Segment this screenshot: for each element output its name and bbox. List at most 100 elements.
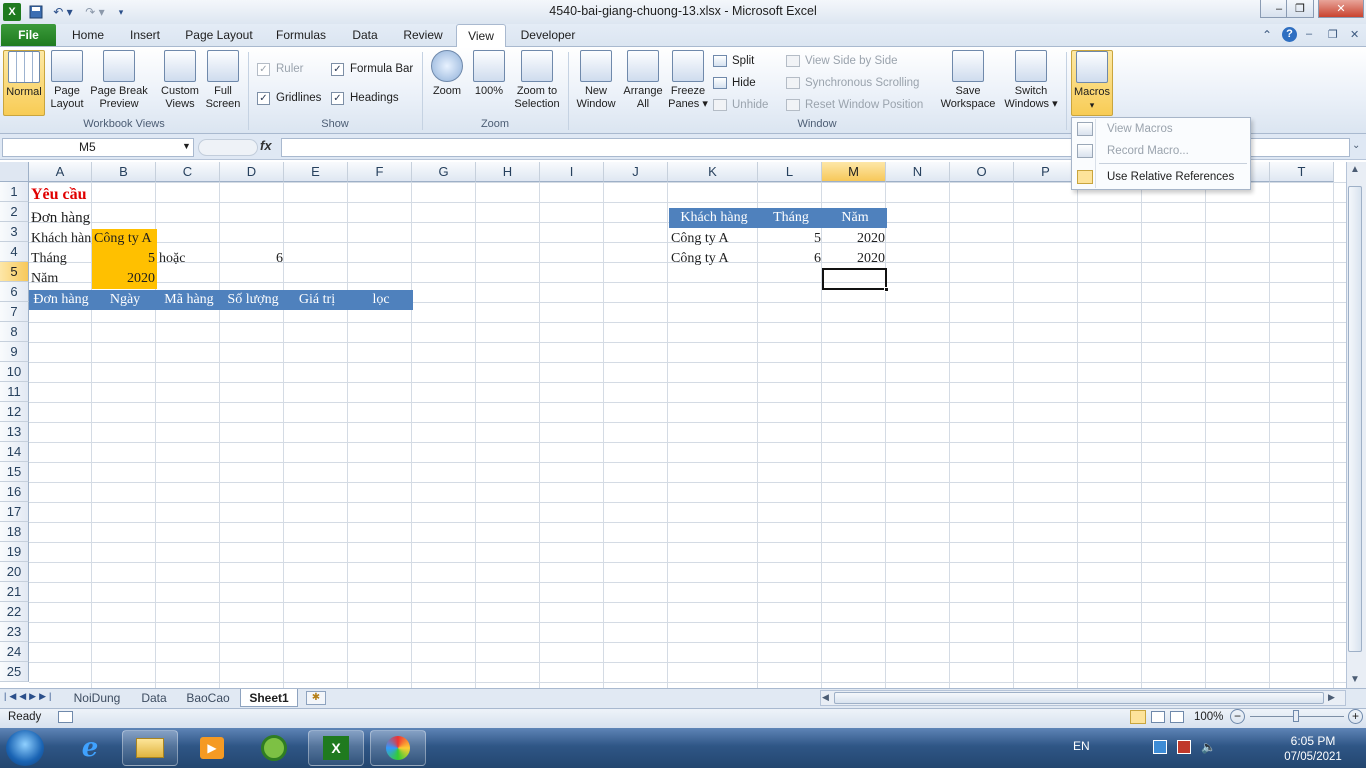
menu-item-view-macros[interactable]: View Macros (1075, 119, 1247, 139)
row-header-6[interactable]: 6 (0, 282, 29, 302)
cell-B3[interactable]: Công ty A (92, 229, 157, 249)
workbook-close-icon[interactable]: ✕ (1350, 28, 1359, 41)
insert-sheet-icon[interactable]: ✱ (306, 691, 326, 705)
media-player-icon[interactable]: ▶ (184, 730, 240, 766)
arrange-all-button[interactable]: Arrange All (620, 50, 666, 116)
record-macro-status-icon[interactable] (58, 711, 73, 723)
cell-K3[interactable]: Công ty A (669, 229, 759, 249)
cell-A2[interactable]: Đơn hàng (29, 208, 157, 228)
cell-A3[interactable]: Khách hàng (29, 229, 93, 249)
restore-button[interactable]: ❐ (1286, 0, 1314, 18)
row-header-24[interactable]: 24 (0, 642, 29, 662)
split-button[interactable]: Split (713, 52, 754, 70)
row-header-13[interactable]: 13 (0, 422, 29, 442)
scroll-left-icon[interactable]: ◀ (822, 692, 829, 703)
zoom-to-selection-button[interactable]: Zoom to Selection (510, 50, 564, 116)
column-header-N[interactable]: N (886, 162, 950, 182)
ruler-checkbox[interactable]: ✓ Ruler (257, 61, 303, 77)
unhide-button[interactable]: Unhide (713, 96, 768, 114)
clock-date[interactable]: 07/05/2021 (1268, 751, 1358, 763)
zoom-button[interactable]: Zoom (428, 50, 466, 116)
name-box[interactable]: M5 (2, 138, 194, 157)
macros-button[interactable]: Macros ▾ (1071, 50, 1113, 116)
select-all-corner[interactable] (0, 162, 29, 182)
tab-developer[interactable]: Developer (512, 24, 584, 47)
row-header-4[interactable]: 4 (0, 242, 29, 262)
menu-item-record-macro[interactable]: Record Macro... (1075, 141, 1247, 161)
scroll-right-icon[interactable]: ▶ (1328, 692, 1335, 703)
row-header-22[interactable]: 22 (0, 602, 29, 622)
headings-checkbox[interactable]: ✓ Headings (331, 90, 399, 106)
row-header-25[interactable]: 25 (0, 662, 29, 682)
row-header-1[interactable]: 1 (0, 182, 29, 202)
column-header-I[interactable]: I (540, 162, 604, 182)
paint-icon[interactable] (370, 730, 426, 766)
clock-time[interactable]: 6:05 PM (1268, 734, 1358, 748)
coccoc-browser-icon[interactable] (246, 730, 302, 766)
column-header-C[interactable]: C (156, 162, 220, 182)
row-header-18[interactable]: 18 (0, 522, 29, 542)
zoom-100-button[interactable]: 100% (471, 50, 507, 116)
column-header-H[interactable]: H (476, 162, 540, 182)
scroll-up-icon[interactable]: ▲ (1350, 164, 1360, 175)
column-header-O[interactable]: O (950, 162, 1014, 182)
column-header-M[interactable]: M (822, 162, 886, 182)
row-header-11[interactable]: 11 (0, 382, 29, 402)
new-window-button[interactable]: New Window (574, 50, 618, 116)
cell-F6[interactable]: lọc (349, 290, 413, 310)
custom-views-button[interactable]: Custom Views (158, 50, 202, 116)
cell-A1[interactable]: Yêu cầu (29, 185, 157, 205)
cell-M2[interactable]: Năm (823, 208, 887, 228)
start-button-icon[interactable] (6, 730, 44, 766)
formula-bar-splitter[interactable] (198, 139, 258, 156)
row-header-21[interactable]: 21 (0, 582, 29, 602)
tab-formulas[interactable]: Formulas (268, 24, 334, 47)
tab-data[interactable]: Data (342, 24, 388, 47)
tab-insert[interactable]: Insert (120, 24, 170, 47)
cell-K2[interactable]: Khách hàng (669, 208, 759, 228)
row-header-20[interactable]: 20 (0, 562, 29, 582)
row-header-12[interactable]: 12 (0, 402, 29, 422)
row-header-19[interactable]: 19 (0, 542, 29, 562)
zoom-slider-thumb[interactable] (1293, 710, 1299, 722)
page-break-preview-button[interactable]: Page Break Preview (88, 50, 150, 116)
formula-bar-checkbox[interactable]: ✓ Formula Bar (331, 61, 413, 77)
switch-windows-button[interactable]: Switch Windows ▾ (1001, 50, 1061, 116)
column-header-L[interactable]: L (758, 162, 822, 182)
row-header-8[interactable]: 8 (0, 322, 29, 342)
column-header-A[interactable]: A (29, 162, 92, 182)
row-header-23[interactable]: 23 (0, 622, 29, 642)
column-header-K[interactable]: K (668, 162, 758, 182)
cell-B4[interactable]: 5 (92, 249, 157, 269)
menu-item-use-relative-references[interactable]: Use Relative References (1075, 167, 1247, 187)
column-header-B[interactable]: B (92, 162, 156, 182)
tab-file[interactable]: File (1, 24, 56, 47)
cell-E6[interactable]: Giá trị (285, 290, 349, 310)
row-header-16[interactable]: 16 (0, 482, 29, 502)
cell-A5[interactable]: Năm (29, 269, 92, 289)
fill-handle[interactable] (884, 287, 889, 292)
cell-M4[interactable]: 2020 (823, 249, 887, 269)
gridlines-checkbox[interactable]: ✓ Gridlines (257, 90, 321, 106)
sheet-tab-sheet1[interactable]: Sheet1 (240, 689, 298, 707)
row-header-17[interactable]: 17 (0, 502, 29, 522)
input-language[interactable]: EN (1073, 739, 1090, 753)
cell-L4[interactable]: 6 (759, 249, 823, 269)
cell-L3[interactable]: 5 (759, 229, 823, 249)
sheet-tab-noidung[interactable]: NoiDung (66, 689, 128, 707)
cell-C6[interactable]: Mã hàng (157, 290, 221, 310)
row-header-3[interactable]: 3 (0, 222, 29, 242)
tab-review[interactable]: Review (396, 24, 450, 47)
cell-L2[interactable]: Tháng (759, 208, 823, 228)
save-workspace-button[interactable]: Save Workspace (937, 50, 999, 116)
cell-A4[interactable]: Tháng (29, 249, 92, 269)
file-explorer-icon[interactable] (122, 730, 178, 766)
normal-view-status-icon[interactable] (1130, 710, 1146, 724)
active-cell-M5[interactable] (822, 268, 887, 290)
full-screen-button[interactable]: Full Screen (203, 50, 243, 116)
cell-M3[interactable]: 2020 (823, 229, 887, 249)
reset-window-position-button[interactable]: Reset Window Position (786, 96, 923, 114)
sheet-nav-arrows-icon[interactable]: |◀◀▶▶| (4, 691, 54, 702)
freeze-panes-button[interactable]: Freeze Panes ▾ (667, 50, 709, 116)
row-header-7[interactable]: 7 (0, 302, 29, 322)
